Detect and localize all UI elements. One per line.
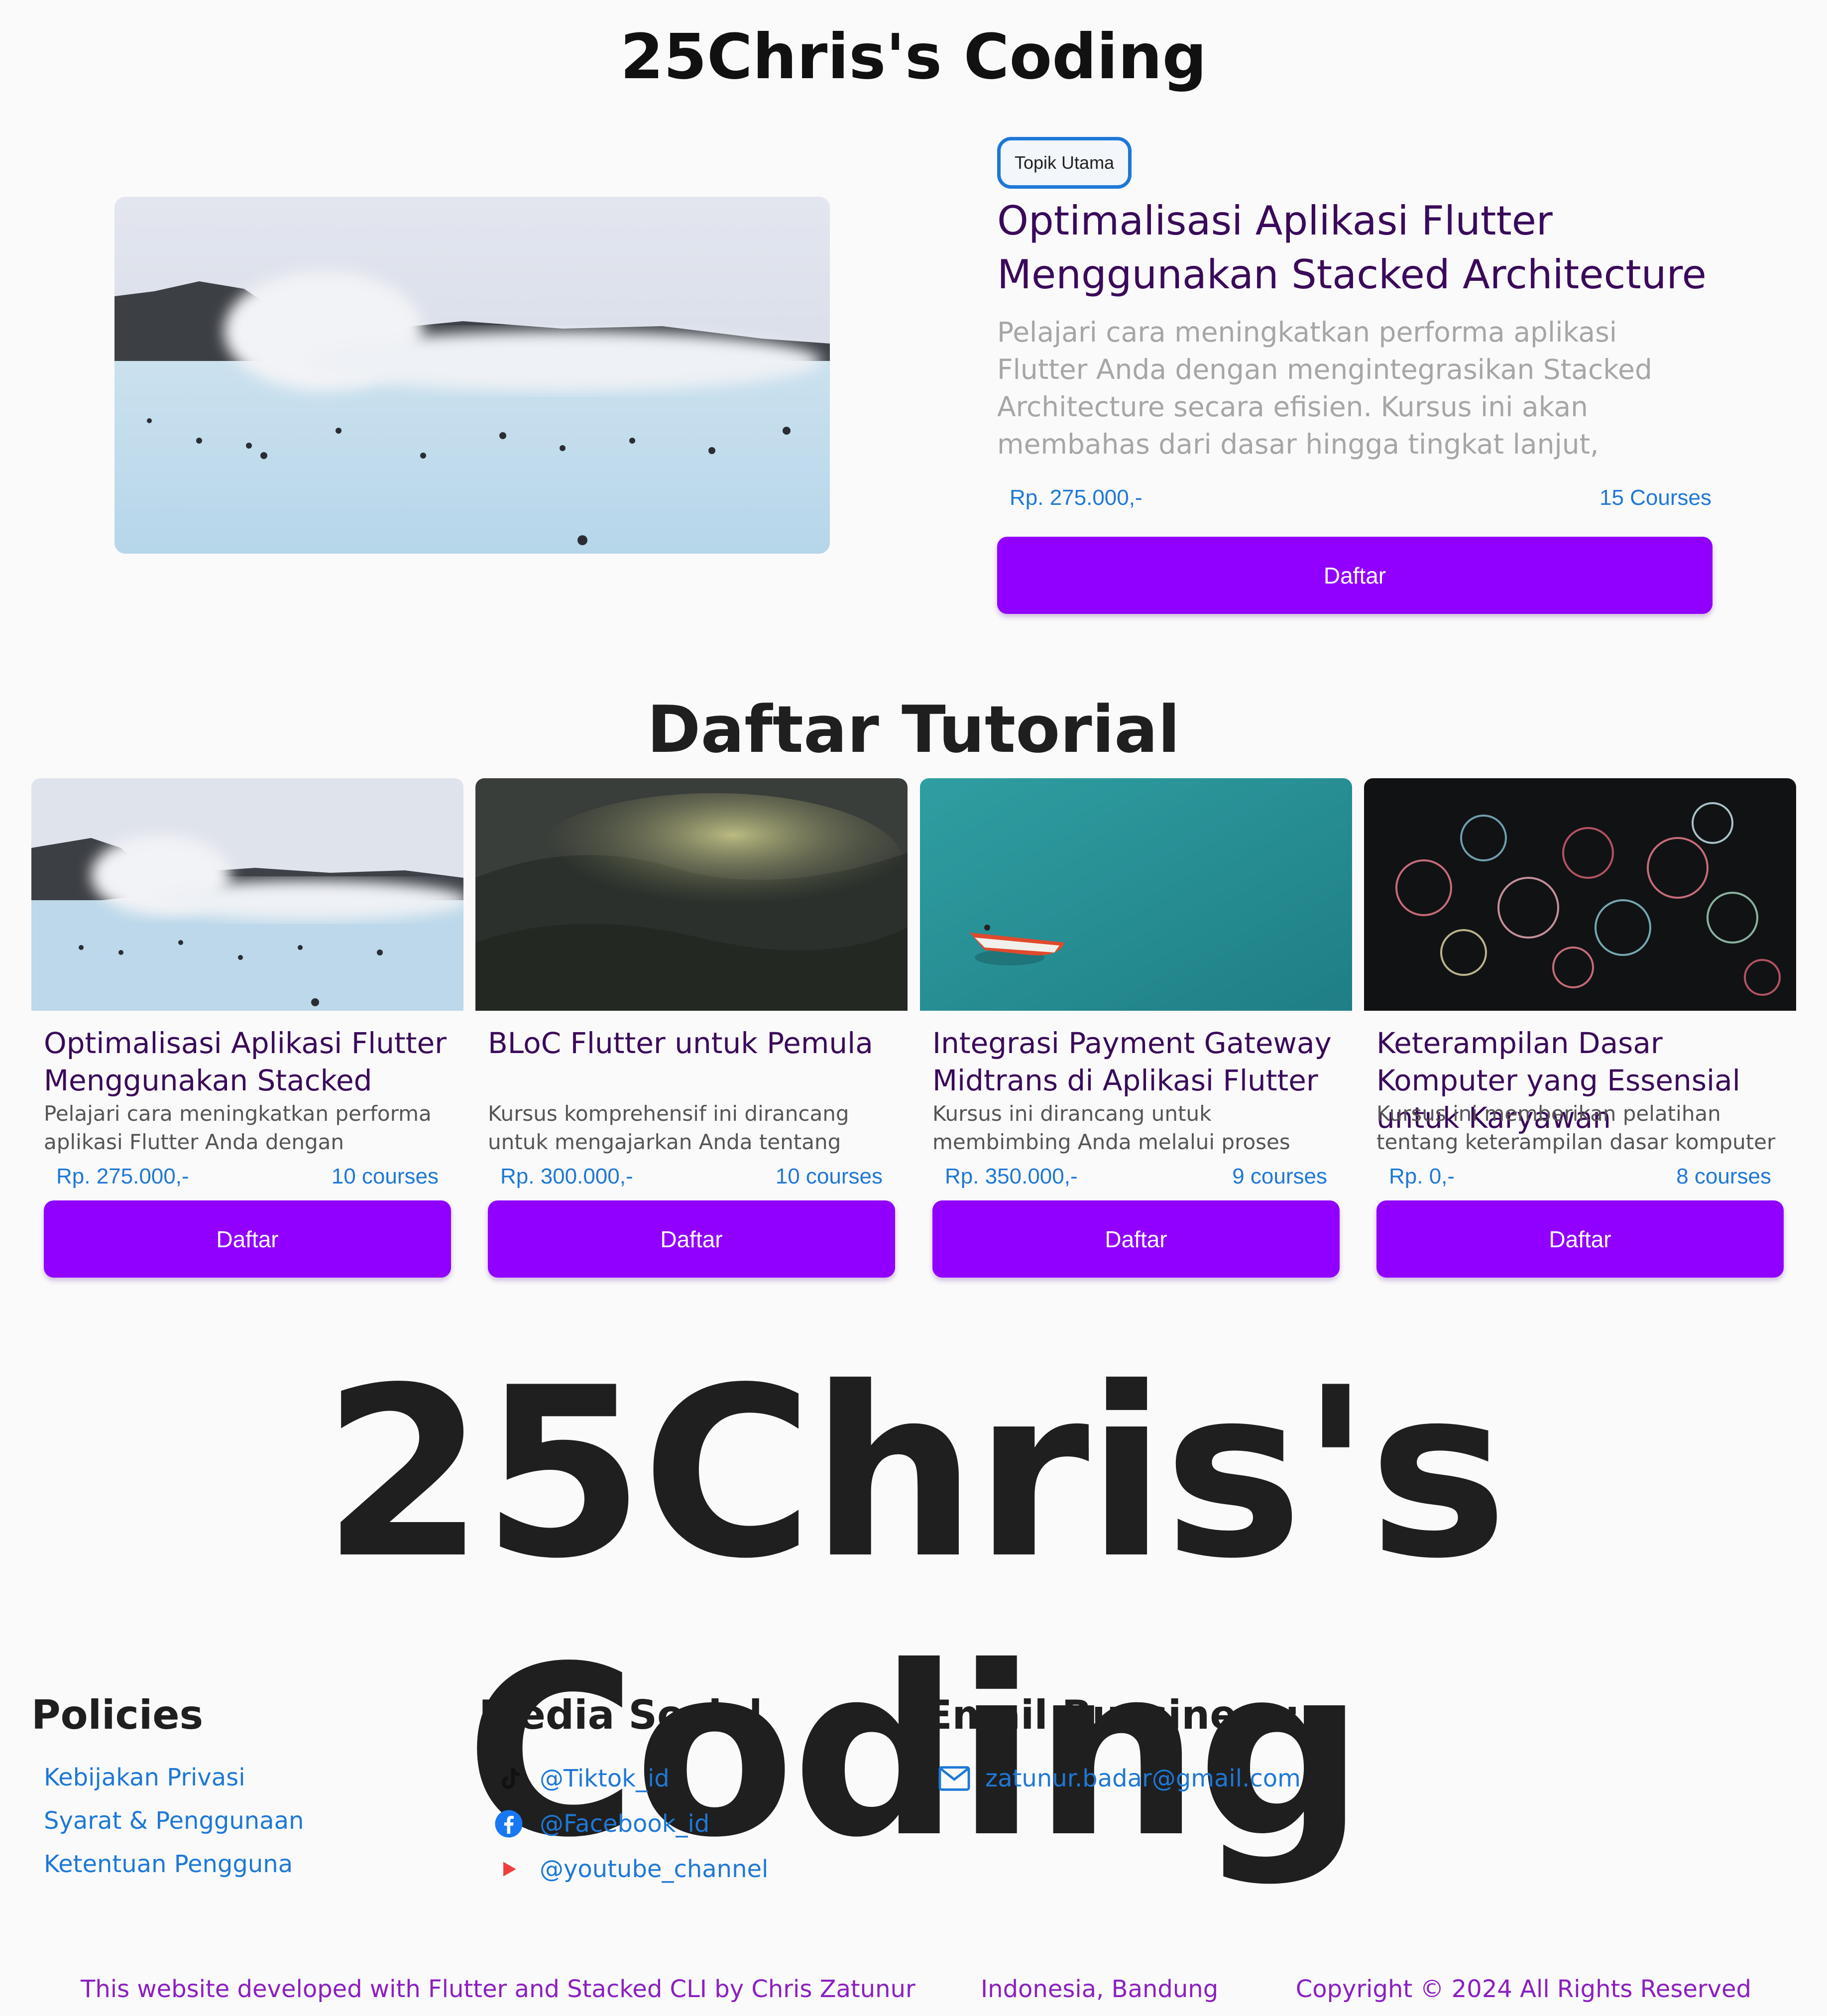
card-register-button[interactable]: Daftar	[44, 1200, 451, 1278]
card-price: Rp. 300.000,-	[500, 1164, 633, 1188]
card-register-button[interactable]: Daftar	[488, 1200, 895, 1278]
youtube-icon	[493, 1853, 525, 1885]
mail-icon	[938, 1763, 970, 1794]
hero-description: Pelajari cara meningkatkan performa apli…	[997, 316, 1652, 460]
facebook-link[interactable]: @Facebook_id	[540, 1809, 709, 1839]
card-image	[1364, 778, 1796, 1011]
hero-price: Rp. 275.000,-	[1010, 485, 1142, 510]
privacy-policy-link[interactable]: Kebijakan Privasi	[44, 1763, 304, 1792]
hero-image	[114, 197, 830, 554]
card-course-count: 10 courses	[775, 1164, 883, 1188]
card-title: Integrasi Payment Gateway Midtrans di Ap…	[932, 1026, 1332, 1097]
card-course-count: 8 courses	[1676, 1164, 1771, 1188]
tutorial-card: BLoC Flutter untuk Pemula Kursus kompreh…	[475, 778, 908, 1284]
card-course-count: 10 courses	[331, 1164, 439, 1188]
card-image	[475, 778, 908, 1011]
card-title: BLoC Flutter untuk Pemula	[488, 1026, 873, 1060]
social-item-facebook[interactable]: @Facebook_id	[493, 1808, 768, 1840]
email-item[interactable]: zatunur.badar@gmail.com	[938, 1763, 1301, 1794]
section-title: Daftar Tutorial	[647, 692, 1180, 767]
tiktok-link[interactable]: @Tiktok_id	[540, 1764, 670, 1793]
card-register-button[interactable]: Daftar	[1376, 1200, 1784, 1278]
site-title: 25Chris's Coding	[620, 21, 1207, 93]
card-description: Kursus komprehensif ini dirancang untuk …	[488, 1101, 849, 1154]
email-heading: Email Bussiness:	[925, 1692, 1300, 1738]
youtube-link[interactable]: @youtube_channel	[540, 1854, 768, 1884]
terms-of-use-link[interactable]: Syarat & Penggunaan	[44, 1806, 304, 1836]
location-text: Indonesia, Bandung	[981, 1975, 1219, 2003]
tutorial-card: Optimalisasi Aplikasi Flutter Menggunaka…	[31, 778, 463, 1284]
card-description: Kursus ini memberikan pelatihan tentang …	[1376, 1101, 1776, 1154]
tiktok-icon	[493, 1763, 525, 1794]
card-price: Rp. 350.000,-	[945, 1164, 1078, 1188]
card-title: Optimalisasi Aplikasi Flutter Menggunaka…	[44, 1026, 447, 1097]
facebook-icon	[493, 1808, 525, 1840]
card-register-button[interactable]: Daftar	[932, 1200, 1340, 1278]
card-course-count: 9 courses	[1232, 1164, 1327, 1188]
card-image	[31, 778, 463, 1011]
social-item-youtube[interactable]: @youtube_channel	[493, 1853, 768, 1885]
policies-heading: Policies	[31, 1692, 204, 1738]
card-price: Rp. 0,-	[1389, 1164, 1455, 1188]
email-link[interactable]: zatunur.badar@gmail.com	[985, 1764, 1301, 1793]
developer-credit: This website developed with Flutter and …	[81, 1975, 915, 2003]
social-item-tiktok[interactable]: @Tiktok_id	[493, 1763, 768, 1794]
tutorial-card: Keterampilan Dasar Komputer yang Essensi…	[1364, 778, 1796, 1284]
user-terms-link[interactable]: Ketentuan Pengguna	[44, 1849, 304, 1879]
card-price: Rp. 275.000,-	[56, 1164, 189, 1188]
tutorial-card: Integrasi Payment Gateway Midtrans di Ap…	[920, 778, 1352, 1284]
social-media-heading: Media Sosial	[479, 1692, 763, 1738]
card-description: Kursus ini dirancang untuk membimbing An…	[932, 1101, 1290, 1154]
card-image	[920, 778, 1352, 1011]
hero-register-button[interactable]: Daftar	[997, 537, 1713, 614]
featured-tag: Topik Utama	[997, 137, 1132, 189]
policies-links: Kebijakan Privasi Syarat & Penggunaan Ke…	[44, 1763, 304, 1893]
copyright-text: Copyright © 2024 All Rights Reserved	[1295, 1975, 1751, 2003]
card-description: Pelajari cara meningkatkan performa apli…	[44, 1101, 432, 1154]
email-block: zatunur.badar@gmail.com	[938, 1763, 1301, 1808]
hero-title: Optimalisasi Aplikasi Flutter Menggunaka…	[997, 198, 1707, 298]
social-media-list: @Tiktok_id @Facebook_id @youtube_channel	[493, 1763, 768, 1898]
hero-course-count: 15 Courses	[1599, 485, 1712, 510]
